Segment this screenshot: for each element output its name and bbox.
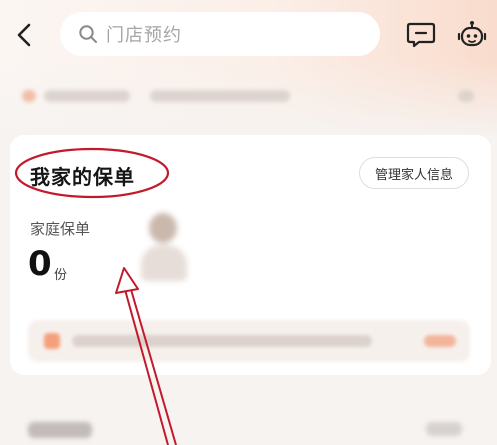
message-icon[interactable] <box>406 21 436 49</box>
family-policy-label: 家庭保单 <box>30 220 91 238</box>
manage-family-info-button[interactable]: 管理家人信息 <box>359 157 469 189</box>
top-bar: 门店预约 <box>0 10 497 60</box>
family-member-avatar[interactable] <box>137 207 193 287</box>
customer-service-robot-icon[interactable] <box>456 19 488 51</box>
back-arrow-icon[interactable] <box>12 22 38 48</box>
family-policy-card: 我家的保单 管理家人信息 家庭保单 0 份 <box>10 135 491 375</box>
policy-count-unit: 份 <box>54 268 68 283</box>
search-icon <box>79 25 97 43</box>
blurred-section-header <box>28 414 488 444</box>
blurred-promo-banner[interactable] <box>28 320 470 362</box>
policy-count[interactable]: 0 <box>28 247 52 281</box>
search-input[interactable]: 门店预约 <box>60 12 380 56</box>
search-placeholder: 门店预约 <box>106 25 182 46</box>
card-title: 我家的保单 <box>30 165 135 189</box>
blurred-info-row <box>22 82 492 112</box>
